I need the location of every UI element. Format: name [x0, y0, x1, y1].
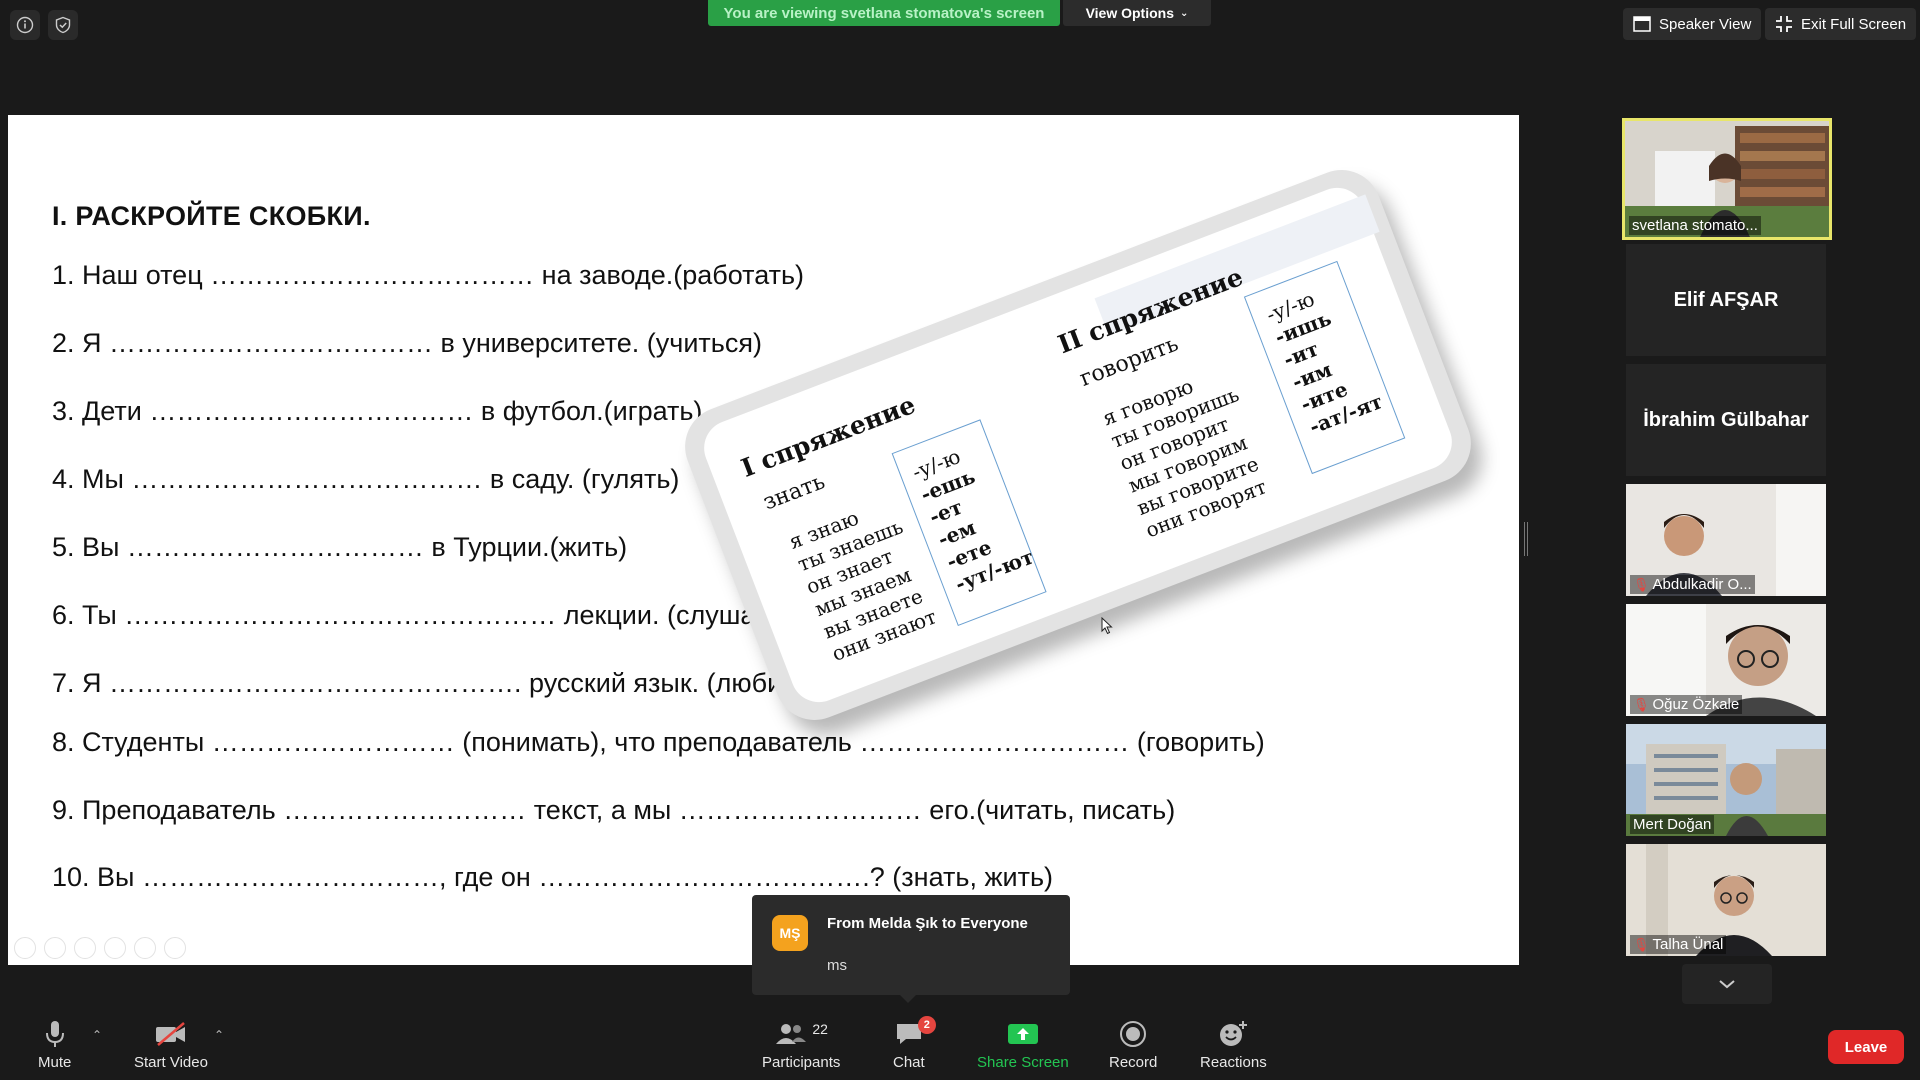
participant-name-text: Talha Ünal: [1652, 936, 1724, 953]
shared-screen-slide: I. РАСКРОЙТЕ СКОБКИ. 1. Наш отец ……………………: [8, 115, 1519, 965]
record-label: Record: [1109, 1054, 1158, 1071]
start-video-label: Start Video: [134, 1054, 208, 1071]
record-button[interactable]: Record: [1109, 1018, 1157, 1071]
gallery-resize-handle[interactable]: [1524, 522, 1528, 556]
speaker-view-label: Speaker View: [1659, 15, 1752, 33]
exit-fullscreen-icon: [1776, 16, 1792, 32]
participant-tile[interactable]: svetlana stomato...: [1622, 118, 1832, 240]
share-screen-label: Share Screen: [977, 1054, 1069, 1071]
top-bar: You are viewing svetlana stomatova's scr…: [0, 0, 1920, 115]
microphone-icon: [45, 1021, 64, 1047]
chat-sender: From Melda Şık to Everyone: [827, 915, 1028, 932]
security-shield-icon[interactable]: [48, 10, 78, 40]
participant-name: Elif AFŞAR: [1673, 288, 1779, 311]
participant-name: 🎙 Talha Ünal: [1630, 935, 1727, 954]
participant-tile[interactable]: Elif AFŞAR: [1626, 244, 1826, 356]
next-slide-icon[interactable]: [44, 937, 66, 959]
participant-name: Mert Doğan: [1630, 815, 1715, 834]
slides-grid-icon[interactable]: [104, 937, 126, 959]
chat-message: ms: [827, 957, 847, 974]
chat-label: Chat: [893, 1054, 925, 1071]
exit-full-screen-button[interactable]: Exit Full Screen: [1765, 8, 1917, 40]
participant-name: İbrahim Gülbahar: [1643, 408, 1809, 431]
chevron-down-icon: [1719, 980, 1735, 989]
view-options-button[interactable]: View Options ⌄: [1063, 0, 1211, 26]
video-options-caret-icon[interactable]: ⌃: [214, 1028, 224, 1042]
participants-count: 22: [812, 1021, 828, 1037]
leave-button[interactable]: Leave: [1828, 1030, 1904, 1064]
participants-button[interactable]: 22 Participants: [762, 1018, 840, 1071]
first-conjugation-verb: знать: [759, 469, 829, 516]
participant-name-text: Oğuz Özkale: [1652, 696, 1740, 713]
exercise-line-6: 6. Ты ………………………………………… лекции. (слушать): [52, 600, 791, 630]
exercise-line-7: 7. Я ………………………………………. русский язык. (люб…: [52, 668, 818, 698]
exercise-line-3: 3. Дети ……………………………… в футбол.(играть): [52, 396, 703, 426]
participant-name: 🎙 Abdulkadir O...: [1630, 575, 1755, 594]
participant-tile[interactable]: Mert Doğan: [1626, 724, 1826, 836]
share-screen-icon: [1007, 1024, 1038, 1044]
exit-full-screen-label: Exit Full Screen: [1801, 15, 1907, 33]
mute-label: Mute: [38, 1054, 72, 1071]
participant-name-text: svetlana stomato...: [1632, 217, 1758, 234]
zoom-icon[interactable]: [134, 937, 156, 959]
participant-tile[interactable]: 🎙 Abdulkadir O...: [1626, 484, 1826, 596]
exercise-line-1: 1. Наш отец ……………………………… на заводе.(рабо…: [52, 260, 805, 290]
mic-muted-icon: 🎙: [1633, 576, 1650, 592]
exercise-line-10: 10. Вы ……………………………, где он ……………………………….…: [52, 862, 1054, 892]
participants-icon: [776, 1024, 807, 1044]
pen-icon[interactable]: [74, 937, 96, 959]
reactions-label: Reactions: [1200, 1054, 1267, 1071]
chat-unread-badge: 2: [917, 1016, 936, 1034]
gallery-scroll-down-button[interactable]: [1682, 964, 1772, 1004]
chevron-down-icon: ⌄: [1180, 7, 1189, 19]
chat-notification-popup[interactable]: MŞ From Melda Şık to Everyone ms: [752, 895, 1070, 1003]
first-conjugation-title: I спряжение: [737, 389, 920, 483]
reactions-button[interactable]: Reactions: [1200, 1018, 1267, 1071]
exercise-line-9: 9. Преподаватель ……………………… текст, а мы ……: [52, 795, 1176, 825]
participant-name: svetlana stomato...: [1629, 216, 1761, 235]
prev-slide-icon[interactable]: [14, 937, 36, 959]
avatar: MŞ: [772, 915, 808, 951]
conjugation-card-inner: I спряжение знать я знаю ты знаешь он зн…: [695, 179, 1461, 711]
exercise-line-4: 4. Мы ………………………………… в саду. (гулять): [52, 464, 680, 494]
chat-button[interactable]: 2 Chat: [893, 1016, 936, 1071]
participant-tile[interactable]: 🎙 Talha Ünal: [1626, 844, 1826, 956]
slide-heading: I. РАСКРОЙТЕ СКОБКИ.: [52, 201, 371, 231]
speaker-view-button[interactable]: Speaker View: [1623, 8, 1762, 40]
mic-muted-icon: 🎙: [1633, 696, 1650, 712]
video-off-icon: [155, 1022, 185, 1046]
share-screen-button[interactable]: Share Screen: [977, 1018, 1069, 1071]
viewing-screen-banner: You are viewing svetlana stomatova's scr…: [708, 0, 1060, 26]
meeting-info-icon[interactable]: [10, 10, 40, 40]
exercise-line-5: 5. Вы …………………………… в Турции.(жить): [52, 532, 628, 562]
participant-name-text: Mert Doğan: [1633, 816, 1712, 833]
meeting-toolbar: Mute ⌃ Start Video ⌃ 22 Participants 2 C…: [0, 1010, 1920, 1080]
exercise-line-8: 8. Студенты ……………………… (понимать), что пр…: [52, 727, 1265, 757]
grid-view-icon: [1633, 16, 1651, 32]
smiley-icon: [1220, 1021, 1248, 1046]
participant-name-text: Abdulkadir O...: [1652, 576, 1752, 593]
participants-label: Participants: [762, 1054, 841, 1071]
view-options-label: View Options: [1085, 5, 1175, 21]
more-options-icon[interactable]: [164, 937, 186, 959]
exercise-line-2: 2. Я ……………………………… в университете. (учить…: [52, 328, 762, 358]
slide-nav-controls: [14, 937, 186, 959]
audio-options-caret-icon[interactable]: ⌃: [92, 1028, 102, 1042]
participant-name: 🎙 Oğuz Özkale: [1630, 695, 1743, 714]
conjugation-card: I спряжение знать я знаю ты знаешь он зн…: [673, 158, 1483, 732]
participant-tile[interactable]: İbrahim Gülbahar: [1626, 364, 1826, 476]
mouse-cursor-icon: [1101, 616, 1113, 640]
record-icon: [1120, 1021, 1147, 1047]
mic-muted-icon: 🎙: [1633, 936, 1650, 952]
participant-tile[interactable]: 🎙 Oğuz Özkale: [1626, 604, 1826, 716]
start-video-button[interactable]: Start Video: [134, 1018, 208, 1071]
mute-button[interactable]: Mute: [38, 1018, 71, 1071]
